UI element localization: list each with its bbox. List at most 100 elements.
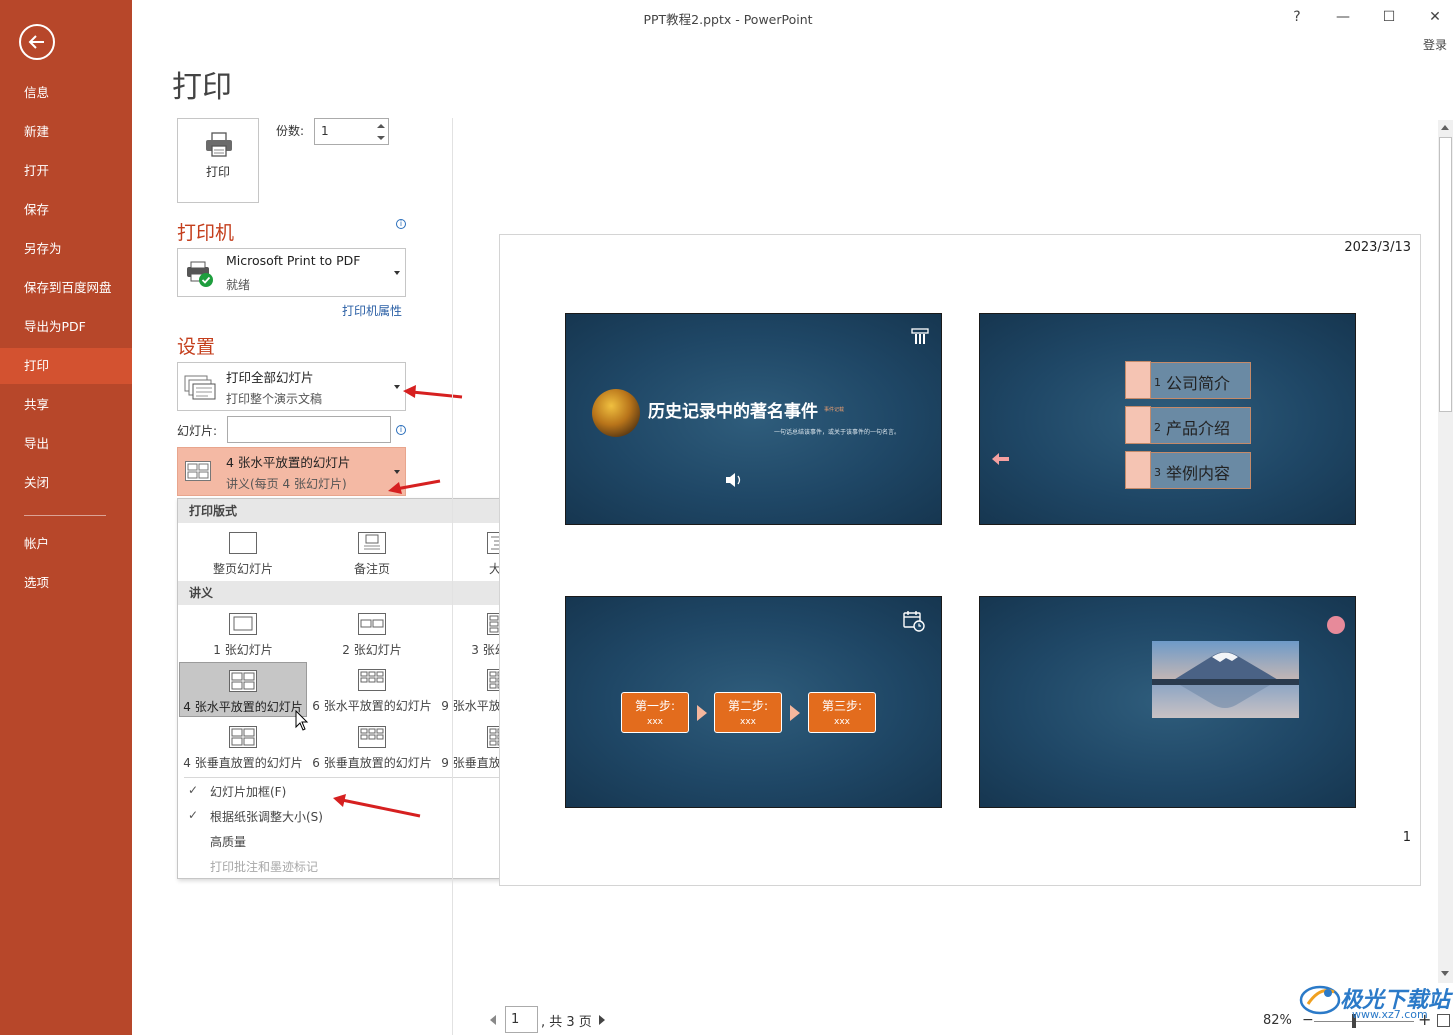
toc-item: 2 产品介绍 <box>1125 406 1251 444</box>
maximize-button[interactable]: ☐ <box>1366 4 1412 30</box>
option-label: 4 张水平放置的幻灯片 <box>183 700 303 714</box>
nav-save-as[interactable]: 另存为 <box>0 231 132 267</box>
nav-print[interactable]: 打印 <box>0 348 132 384</box>
print-layout-sub: 讲义(每页 4 张幻灯片) <box>226 477 347 491</box>
nav-export-pdf[interactable]: 导出为PDF <box>0 309 132 345</box>
printer-properties-link[interactable]: 打印机属性 <box>342 302 402 319</box>
print-range-dropdown[interactable]: 打印全部幻灯片 打印整个演示文稿 <box>177 362 406 411</box>
print-layout-dropdown[interactable]: 4 张水平放置的幻灯片 讲义(每页 4 张幻灯片) <box>177 447 406 496</box>
toc-number: 2 <box>1154 421 1161 434</box>
handout-1-slide-icon <box>229 613 257 635</box>
printer-icon <box>206 132 232 157</box>
decorative-emblem-icon <box>592 389 640 437</box>
toc-item: 3 举例内容 <box>1125 451 1251 489</box>
sidebar-divider <box>24 515 106 516</box>
nav-open[interactable]: 打开 <box>0 153 132 189</box>
chevron-down-icon <box>394 385 400 389</box>
step-arrow-icon <box>790 705 800 721</box>
preview-date: 2023/3/13 <box>1344 240 1411 255</box>
option-handout-1[interactable]: 1 张幻灯片 <box>179 606 307 661</box>
page-title: 打印 <box>172 70 232 105</box>
mountain-lake-photo <box>1152 641 1299 718</box>
vertical-scrollbar[interactable] <box>1438 120 1453 983</box>
handout-6-horizontal-icon <box>358 669 386 691</box>
four-slides-icon <box>185 461 211 481</box>
handout-2-slides-icon <box>358 613 386 635</box>
slides-info-icon[interactable]: i <box>396 425 406 435</box>
help-button[interactable]: ? <box>1274 4 1320 30</box>
slides-label: 幻灯片: <box>177 424 218 438</box>
printer-status: 就绪 <box>226 278 251 292</box>
page-number-input[interactable]: 1 <box>505 1006 538 1033</box>
menu-print-comments: 打印批注和墨迹标记 <box>210 860 319 874</box>
nav-share[interactable]: 共享 <box>0 387 132 423</box>
copies-label: 份数: <box>276 124 305 138</box>
minimize-button[interactable]: — <box>1320 4 1366 30</box>
printer-name: Microsoft Print to PDF <box>226 253 361 268</box>
next-page-icon[interactable] <box>599 1015 605 1025</box>
checkmark-icon: ✓ <box>188 808 199 822</box>
print-range-sub: 打印整个演示文稿 <box>226 392 323 406</box>
window-title: PPT教程2.pptx - PowerPoint <box>643 12 813 27</box>
printer-dropdown[interactable]: Microsoft Print to PDF 就绪 <box>177 248 406 297</box>
back-arrow-icon <box>28 35 44 49</box>
scroll-down-icon[interactable] <box>1441 971 1449 976</box>
scrollbar-thumb[interactable] <box>1439 137 1452 412</box>
option-handout-4-horizontal[interactable]: 4 张水平放置的幻灯片 <box>179 662 307 717</box>
toc-marker <box>1125 361 1151 399</box>
close-window-button[interactable]: ✕ <box>1412 4 1456 30</box>
calendar-clock-icon <box>903 611 925 632</box>
option-notes-page[interactable]: 备注页 <box>308 525 436 580</box>
nav-close[interactable]: 关闭 <box>0 465 132 501</box>
left-arrow-icon <box>992 453 1009 465</box>
preview-page-number: 1 <box>1402 830 1411 845</box>
print-range-main: 打印全部幻灯片 <box>226 370 314 385</box>
slides-input[interactable] <box>227 416 391 443</box>
step-box: 第三步: xxx <box>808 692 876 733</box>
nav-export[interactable]: 导出 <box>0 426 132 462</box>
slide1-subtitle: 一句话总结该事件，或关于该事件的一句名言。 <box>774 429 901 436</box>
copies-decrement-icon[interactable] <box>377 136 385 140</box>
login-link[interactable]: 登录 <box>1423 36 1447 53</box>
menu-frame-slides[interactable]: 幻灯片加框(F) <box>210 783 286 800</box>
copies-input[interactable]: 1 <box>314 118 389 145</box>
option-label: 备注页 <box>353 562 390 576</box>
menu-high-quality[interactable]: 高质量 <box>210 833 246 850</box>
option-handout-6-vertical[interactable]: 6 张垂直放置的幻灯片 <box>308 719 436 774</box>
step-sub: xxx <box>740 717 756 727</box>
option-label: 4 张垂直放置的幻灯片 <box>183 756 303 770</box>
handout-4-vertical-icon <box>229 726 257 748</box>
step-arrow-icon <box>697 705 707 721</box>
nav-save[interactable]: 保存 <box>0 192 132 228</box>
site-watermark: 极光下载站 www.xz7.com <box>1298 980 1456 1021</box>
previous-page-icon[interactable] <box>490 1015 496 1025</box>
menu-scale-to-fit[interactable]: 根据纸张调整大小(S) <box>210 808 323 825</box>
nav-new[interactable]: 新建 <box>0 114 132 150</box>
step-title: 第一步: <box>634 699 676 713</box>
toc-marker <box>1125 406 1151 444</box>
option-handout-6-horizontal[interactable]: 6 张水平放置的幻灯片 <box>308 662 436 717</box>
zoom-slider[interactable] <box>1314 1021 1414 1022</box>
copies-increment-icon[interactable] <box>377 124 385 128</box>
copies-value: 1 <box>321 124 329 138</box>
slide-thumbnail-2: 1 公司简介 2 产品介绍 3 举例内容 <box>979 313 1356 525</box>
option-full-page-slides[interactable]: 整页幻灯片 <box>179 525 307 580</box>
nav-info[interactable]: 信息 <box>0 75 132 111</box>
option-handout-2[interactable]: 2 张幻灯片 <box>308 606 436 661</box>
page-total: , 共 3 页 <box>541 1015 592 1030</box>
nav-account[interactable]: 帐户 <box>0 526 132 562</box>
slide1-title: 历史记录中的著名事件 <box>648 402 818 422</box>
print-preview-page: 2023/3/13 历史记录中的著名事件 事件记载 一句话总结该事件，或关于该事… <box>499 234 1421 886</box>
scroll-up-icon[interactable] <box>1441 125 1449 130</box>
nav-save-to-baidu[interactable]: 保存到百度网盘 <box>0 270 132 306</box>
option-handout-4-vertical[interactable]: 4 张垂直放置的幻灯片 <box>179 719 307 774</box>
zoom-level[interactable]: 82% <box>1263 1013 1292 1028</box>
back-button[interactable] <box>19 24 55 60</box>
printer-ready-icon <box>187 261 213 287</box>
printer-info-icon[interactable]: i <box>396 219 406 229</box>
nav-options[interactable]: 选项 <box>0 565 132 601</box>
print-button[interactable]: 打印 <box>177 118 259 203</box>
step-sub: xxx <box>834 717 850 727</box>
watermark-logo-icon <box>1299 985 1341 1015</box>
option-label: 6 张垂直放置的幻灯片 <box>312 756 432 770</box>
